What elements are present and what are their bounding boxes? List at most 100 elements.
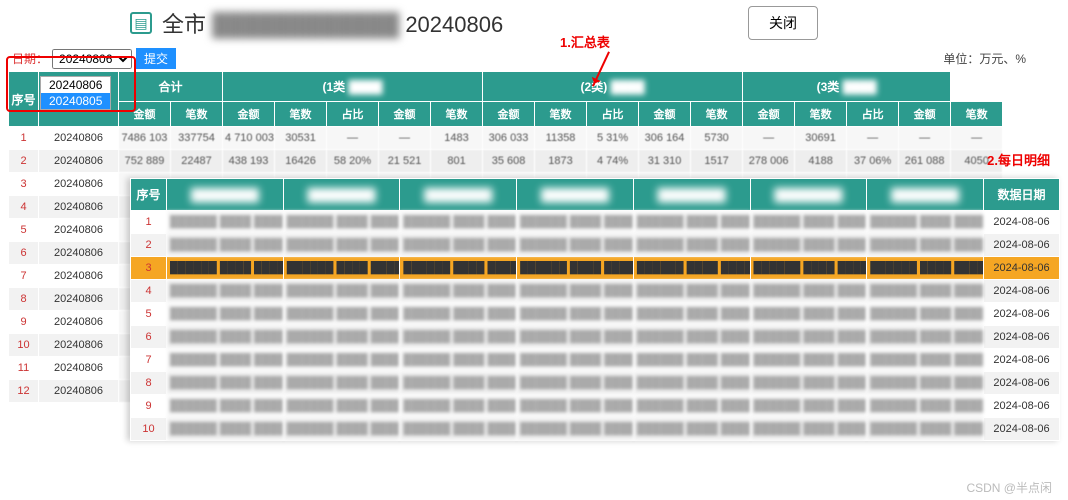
row-data-date: 2024-08-06 (984, 303, 1060, 326)
summary-header-group: (3类 ████ (743, 72, 951, 102)
data-cell: ██████ ████ ██████ (167, 372, 284, 395)
table-row[interactable]: 5██████ ████ ████████████ ████ █████████… (131, 303, 1060, 326)
data-cell: 30691 (795, 127, 847, 150)
row-seq: 8 (131, 372, 167, 395)
summary-thead: 序号日期合计(1类 ████(2类) ████(3类 ████ 金额笔数金额笔数… (9, 72, 1003, 127)
data-cell: ██████ ████ ██████ (283, 211, 400, 234)
data-cell: 1483 (431, 127, 483, 150)
summary-header-col: 笔数 (171, 102, 223, 127)
table-row[interactable]: 3██████ ████ ████████████ ████ █████████… (131, 257, 1060, 280)
data-cell: ██████ ████ ██████ (167, 211, 284, 234)
data-cell: 22487 (171, 150, 223, 173)
row-seq: 4 (9, 196, 39, 219)
data-cell: — (847, 127, 899, 150)
annotation-summary: 1.汇总表 (560, 32, 610, 51)
date-dropdown-list[interactable]: 20240806 20240805 (40, 76, 111, 110)
detail-header: ████████ (167, 179, 284, 211)
title-redacted: ████████████ (212, 12, 399, 37)
data-cell: ██████ ████ ██████ (400, 326, 517, 349)
row-seq: 3 (9, 173, 39, 196)
row-data-date: 2024-08-06 (984, 395, 1060, 418)
row-data-date: 2024-08-06 (984, 234, 1060, 257)
data-cell: ██████ ████ ██████ (400, 349, 517, 372)
data-cell: ██████ ████ ██████ (167, 257, 284, 280)
data-cell: 5730 (691, 127, 743, 150)
data-cell: ██████ ████ ██████ (750, 418, 867, 441)
row-data-date: 2024-08-06 (984, 372, 1060, 395)
data-cell: 5 31% (587, 127, 639, 150)
summary-header-col: 笔数 (431, 102, 483, 127)
data-cell: ██████ ████ ██████ (867, 395, 984, 418)
table-row[interactable]: 1██████ ████ ████████████ ████ █████████… (131, 211, 1060, 234)
data-cell: 16426 (275, 150, 327, 173)
table-row[interactable]: 10██████ ████ ████████████ ████ ████████… (131, 418, 1060, 441)
date-label: 日期： (12, 50, 48, 67)
data-cell: ██████ ████ ██████ (867, 211, 984, 234)
summary-header-col: 笔数 (535, 102, 587, 127)
data-cell: 1517 (691, 150, 743, 173)
table-row[interactable]: 8██████ ████ ████████████ ████ █████████… (131, 372, 1060, 395)
table-row[interactable]: 7██████ ████ ████████████ ████ █████████… (131, 349, 1060, 372)
data-cell: ██████ ████ ██████ (867, 257, 984, 280)
data-cell: ██████ ████ ██████ (750, 372, 867, 395)
data-cell: ██████ ████ ██████ (167, 326, 284, 349)
table-row[interactable]: 6██████ ████ ████████████ ████ █████████… (131, 326, 1060, 349)
row-data-date: 2024-08-06 (984, 418, 1060, 441)
data-cell: 7486 103 (119, 127, 171, 150)
row-seq: 10 (131, 418, 167, 441)
row-seq: 2 (9, 150, 39, 173)
close-button[interactable]: 关闭 (748, 6, 818, 40)
data-cell: ██████ ████ ██████ (633, 372, 750, 395)
table-row[interactable]: 9██████ ████ ████████████ ████ █████████… (131, 395, 1060, 418)
data-cell: ██████ ████ ██████ (517, 372, 634, 395)
table-row[interactable]: 2██████ ████ ████████████ ████ █████████… (131, 234, 1060, 257)
summary-header-col: 笔数 (275, 102, 327, 127)
data-cell: — (743, 127, 795, 150)
date-option-item[interactable]: 20240806 (41, 77, 110, 93)
data-cell: ██████ ████ ██████ (867, 349, 984, 372)
summary-header-col: 金额 (119, 102, 171, 127)
row-date: 20240806 (39, 265, 119, 288)
table-row[interactable]: 220240806752 88922487438 1931642658 20%2… (9, 150, 1003, 173)
data-cell: 35 608 (483, 150, 535, 173)
data-cell: 752 889 (119, 150, 171, 173)
date-option-item[interactable]: 20240805 (41, 93, 110, 109)
watermark: CSDN @半点闲 (966, 479, 1052, 496)
row-data-date: 2024-08-06 (984, 257, 1060, 280)
submit-button[interactable]: 提交 (136, 48, 176, 69)
row-seq: 7 (131, 349, 167, 372)
data-cell: ██████ ████ ██████ (400, 280, 517, 303)
table-row[interactable]: 4██████ ████ ████████████ ████ █████████… (131, 280, 1060, 303)
data-cell: ██████ ████ ██████ (517, 418, 634, 441)
row-date: 20240806 (39, 242, 119, 265)
data-cell: ██████ ████ ██████ (750, 395, 867, 418)
data-cell: 11358 (535, 127, 587, 150)
row-date: 20240806 (39, 150, 119, 173)
row-seq: 6 (9, 242, 39, 265)
data-cell: ██████ ████ ██████ (517, 303, 634, 326)
detail-header: ████████ (750, 179, 867, 211)
row-date: 20240806 (39, 311, 119, 334)
row-date: 20240806 (39, 357, 119, 380)
filter-bar: 日期： 20240806 提交 单位：万元、% (0, 46, 1068, 71)
data-cell: ██████ ████ ██████ (633, 395, 750, 418)
data-cell: — (327, 127, 379, 150)
detail-table: 序号██████████████████████████████████████… (130, 178, 1060, 441)
data-cell: — (951, 127, 1003, 150)
data-cell: — (379, 127, 431, 150)
data-cell: ██████ ████ ██████ (750, 280, 867, 303)
data-cell: ██████ ████ ██████ (167, 395, 284, 418)
detail-header: ████████ (283, 179, 400, 211)
summary-header-col: 金额 (743, 102, 795, 127)
date-select[interactable]: 20240806 (52, 49, 132, 69)
data-cell: 337754 (171, 127, 223, 150)
row-seq: 9 (9, 311, 39, 334)
row-seq: 9 (131, 395, 167, 418)
data-cell: 261 088 (899, 150, 951, 173)
table-row[interactable]: 1202408067486 1033377544 710 00330531——1… (9, 127, 1003, 150)
data-cell: ██████ ████ ██████ (867, 372, 984, 395)
data-cell: ██████ ████ ██████ (867, 326, 984, 349)
data-cell: ██████ ████ ██████ (633, 326, 750, 349)
data-cell: ██████ ████ ██████ (167, 303, 284, 326)
data-cell: ██████ ████ ██████ (633, 234, 750, 257)
